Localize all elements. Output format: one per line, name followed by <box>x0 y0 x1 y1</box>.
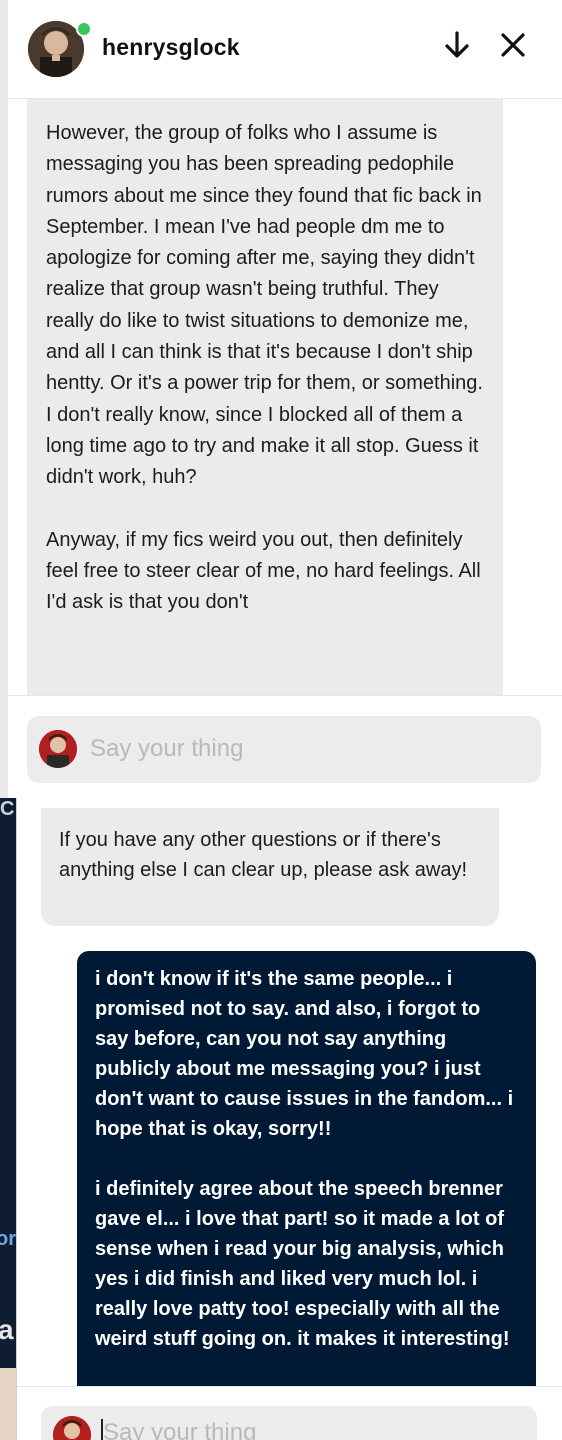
message-text: If you have any other questions or if th… <box>59 829 468 881</box>
arrow-down-icon[interactable] <box>442 30 472 60</box>
message-paragraph: i definitely agree about the speech bren… <box>95 1178 510 1350</box>
chat-header: henrysglock <box>8 0 562 99</box>
chat-panel-bottom: C or a If you have any other questions o… <box>0 798 562 1440</box>
chat-panel-top: henrysglock However, the group of folks … <box>0 0 562 798</box>
close-icon[interactable] <box>498 30 528 60</box>
user-avatar-icon <box>39 730 77 768</box>
background-fragment-text: C <box>0 798 15 820</box>
conversation-area[interactable]: If you have any other questions or if th… <box>17 798 562 1388</box>
message-composer: Say your thing <box>17 1386 562 1440</box>
message-paragraph: i don't know if it's the same people... … <box>95 968 514 1140</box>
user-avatar-icon <box>53 1416 91 1440</box>
incoming-message-bubble: If you have any other questions or if th… <box>41 808 499 926</box>
message-paragraph: Anyway, if my fics weird you out, then d… <box>46 528 481 614</box>
user-avatar <box>39 730 77 768</box>
conversation-area[interactable]: However, the group of folks who I assume… <box>8 99 562 695</box>
message-composer: Say your thing <box>8 695 562 798</box>
blog-name[interactable]: henrysglock <box>102 34 240 61</box>
outgoing-message-bubble: i don't know if it's the same people... … <box>77 951 536 1388</box>
background-fragment-text: a <box>0 1314 14 1345</box>
incoming-message-bubble: However, the group of folks who I assume… <box>27 99 503 695</box>
message-paragraph: However, the group of folks who I assume… <box>46 122 483 489</box>
composer-placeholder: Say your thing <box>103 1419 257 1440</box>
chat-window: If you have any other questions or if th… <box>16 798 562 1440</box>
online-status-indicator <box>76 21 92 37</box>
message-input[interactable]: Say your thing <box>41 1406 537 1440</box>
composer-placeholder: Say your thing <box>90 735 244 762</box>
background-fragment-text: or <box>0 1228 16 1250</box>
message-input[interactable]: Say your thing <box>27 716 541 783</box>
user-avatar <box>53 1416 91 1440</box>
